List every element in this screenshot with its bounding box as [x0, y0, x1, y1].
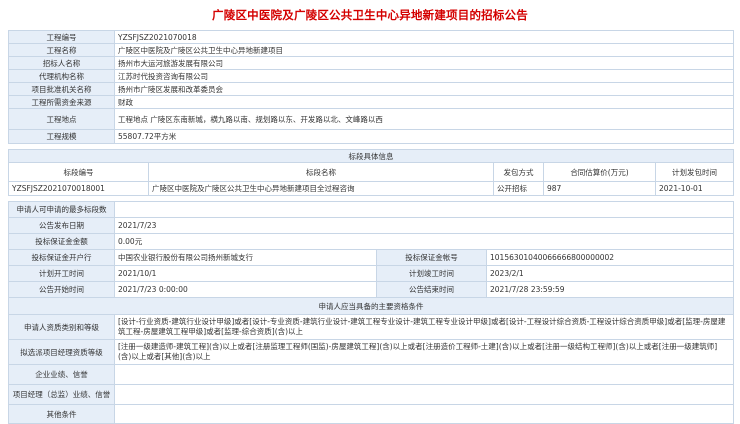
agency-label: 代理机构名称 — [8, 69, 115, 83]
publish-date-value: 2021/7/23 — [114, 217, 734, 234]
qual-type-label: 申请人资质类别和等级 — [8, 314, 115, 340]
location-label: 工程地点 — [8, 108, 115, 130]
project-name-label: 工程名称 — [8, 43, 115, 57]
max-bid-label: 申请人可申请的最多标段数 — [8, 201, 115, 218]
tender-code-cell: YZSFJSZ2021070018001 — [8, 181, 149, 196]
table-row: YZSFJSZ2021070018001 广陵区中医院及广陵区公共卫生中心异地新… — [8, 181, 734, 196]
notice-start-label: 公告开始时间 — [8, 281, 115, 298]
notice-start-value: 2021/7/23 0:00:00 — [114, 281, 377, 298]
info-row-location: 工程地点 工程地点 广陵区东南新城，横九路以南、规划路以东、开发路以北、文峰路以… — [8, 108, 734, 130]
tenderer-label: 招标人名称 — [8, 56, 115, 70]
agency-value: 江苏时代投资咨询有限公司 — [114, 69, 734, 83]
bond-amount-value: 0.00元 — [114, 233, 734, 250]
tender-section-header-row: 标段具体信息 — [8, 149, 734, 163]
bond-bank-label: 投标保证金开户行 — [8, 249, 115, 266]
plan-dates-row: 计划开工时间 2021/10/1 计划竣工时间 2023/2/1 — [8, 265, 734, 282]
qual-type-value: [设计-行业资质-建筑行业设计甲级]或者[设计-专业资质-建筑行业设计-建筑工程… — [114, 314, 734, 340]
max-bid-row: 申请人可申请的最多标段数 — [8, 201, 734, 218]
other-conditions-row: 其他条件 — [8, 404, 734, 424]
tender-header-name: 标段名称 — [148, 162, 494, 182]
tender-method-cell: 公开招标 — [493, 181, 544, 196]
tenderer-value: 扬州市大运河旅游发展有限公司 — [114, 56, 734, 70]
scale-label: 工程规模 — [8, 129, 115, 144]
plan-end-value: 2023/2/1 — [486, 265, 734, 282]
bond-bank-value: 中国农业银行股份有限公司扬州新城支行 — [114, 249, 377, 266]
project-info-table: 工程编号 YZSFJSZ2021070018 工程名称 广陵区中医院及广陵区公共… — [8, 30, 734, 144]
performance-row: 企业业绩、信誉 — [8, 364, 734, 385]
funding-source-value: 财政 — [114, 95, 734, 109]
info-row-funding-source: 工程所需资金来源 财政 — [8, 95, 734, 109]
performance-value — [114, 364, 734, 385]
notice-end-label: 公告结束时间 — [376, 281, 487, 298]
tender-header-price: 合同估算价(万元) — [543, 162, 656, 182]
info-row-project-name: 工程名称 广陵区中医院及广陵区公共卫生中心异地新建项目 — [8, 43, 734, 57]
bond-amount-row: 投标保证金金额 0.00元 — [8, 233, 734, 250]
notice-end-value: 2021/7/28 23:59:59 — [486, 281, 734, 298]
page-title: 广陵区中医院及广陵区公共卫生中心异地新建项目的招标公告 — [212, 8, 528, 22]
notice-details-table: 申请人可申请的最多标段数 公告发布日期 2021/7/23 投标保证金金额 0.… — [8, 201, 734, 424]
bond-account-label: 投标保证金帐号 — [376, 249, 487, 266]
tender-header-method: 发包方式 — [493, 162, 544, 182]
manager-qual-row: 拟选派项目经理资质等级 [注册一级建造师-建筑工程](含)以上或者[注册监理工程… — [8, 339, 734, 365]
tender-column-headers: 标段编号 标段名称 发包方式 合同估算价(万元) 计划发包时间 — [8, 162, 734, 182]
tender-header-date: 计划发包时间 — [655, 162, 734, 182]
info-row-project-code: 工程编号 YZSFJSZ2021070018 — [8, 30, 734, 44]
manager-performance-row: 项目经理（总监）业绩、信誉 — [8, 384, 734, 405]
tender-name-cell: 广陵区中医院及广陵区公共卫生中心异地新建项目全过程咨询 — [148, 181, 494, 196]
scale-value: 55807.72平方米 — [114, 129, 734, 144]
qual-section-title: 申请人应当具备的主要资格条件 — [8, 297, 734, 315]
location-value: 工程地点 广陵区东南新城，横九路以南、规划路以东、开发路以北、文峰路以西 — [114, 108, 734, 130]
approval-authority-label: 项目批准机关名称 — [8, 82, 115, 96]
tender-section-table: 标段具体信息 标段编号 标段名称 发包方式 合同估算价(万元) 计划发包时间 Y… — [8, 149, 734, 196]
notice-dates-row: 公告开始时间 2021/7/23 0:00:00 公告结束时间 2021/7/2… — [8, 281, 734, 298]
performance-label: 企业业绩、信誉 — [8, 364, 115, 385]
plan-start-label: 计划开工时间 — [8, 265, 115, 282]
info-row-agency: 代理机构名称 江苏时代投资咨询有限公司 — [8, 69, 734, 83]
plan-end-label: 计划竣工时间 — [376, 265, 487, 282]
project-code-label: 工程编号 — [8, 30, 115, 44]
manager-performance-value — [114, 384, 734, 405]
info-row-scale: 工程规模 55807.72平方米 — [8, 129, 734, 144]
project-code-value: YZSFJSZ2021070018 — [114, 30, 734, 44]
info-row-approval-authority: 项目批准机关名称 扬州市广陵区发展和改革委员会 — [8, 82, 734, 96]
notice-table-container: 工程编号 YZSFJSZ2021070018 工程名称 广陵区中医院及广陵区公共… — [8, 30, 734, 424]
publish-date-row: 公告发布日期 2021/7/23 — [8, 217, 734, 234]
qual-section-header-row: 申请人应当具备的主要资格条件 — [8, 297, 734, 315]
other-conditions-label: 其他条件 — [8, 404, 115, 424]
manager-performance-label: 项目经理（总监）业绩、信誉 — [8, 384, 115, 405]
plan-start-value: 2021/10/1 — [114, 265, 377, 282]
tender-price-cell: 987 — [543, 181, 656, 196]
qual-type-row: 申请人资质类别和等级 [设计-行业资质-建筑行业设计甲级]或者[设计-专业资质-… — [8, 314, 734, 340]
manager-qual-label: 拟选派项目经理资质等级 — [8, 339, 115, 365]
project-name-value: 广陵区中医院及广陵区公共卫生中心异地新建项目 — [114, 43, 734, 57]
bond-bank-row: 投标保证金开户行 中国农业银行股份有限公司扬州新城支行 投标保证金帐号 1015… — [8, 249, 734, 266]
publish-date-label: 公告发布日期 — [8, 217, 115, 234]
funding-source-label: 工程所需资金来源 — [8, 95, 115, 109]
tender-section-title: 标段具体信息 — [8, 149, 734, 163]
info-row-tenderer: 招标人名称 扬州市大运河旅游发展有限公司 — [8, 56, 734, 70]
other-conditions-value — [114, 404, 734, 424]
approval-authority-value: 扬州市广陵区发展和改革委员会 — [114, 82, 734, 96]
bond-account-value: 10156301040066666800000002 — [486, 249, 734, 266]
tender-date-cell: 2021-10-01 — [655, 181, 734, 196]
manager-qual-value: [注册一级建造师-建筑工程](含)以上或者[注册监理工程师(国监)-房屋建筑工程… — [114, 339, 734, 365]
bond-amount-label: 投标保证金金额 — [8, 233, 115, 250]
tender-header-code: 标段编号 — [8, 162, 149, 182]
max-bid-value — [114, 201, 734, 218]
